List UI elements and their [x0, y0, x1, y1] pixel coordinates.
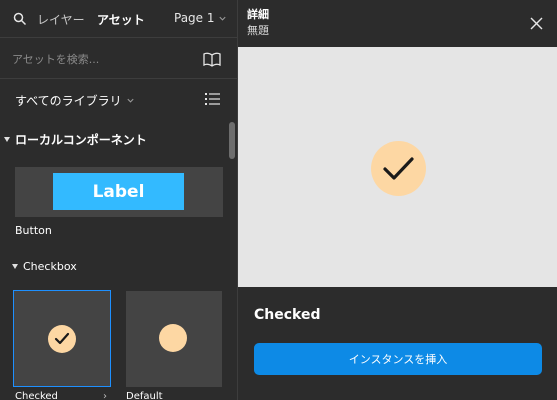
- checkbox-group-heading[interactable]: Checkbox: [12, 260, 77, 273]
- tab-layers[interactable]: レイヤー: [37, 11, 85, 28]
- assets-panel: レイヤー アセット Page 1 すべてのライブラリ ローカルコンポーネント L…: [0, 0, 237, 400]
- chevron-down-icon: [127, 98, 134, 103]
- book-icon[interactable]: [202, 52, 222, 67]
- checkbox-preview-circle: [371, 141, 426, 196]
- button-thumbnail-preview: Label: [53, 173, 184, 210]
- insert-instance-button[interactable]: インスタンスを挿入: [254, 343, 542, 375]
- caret-down-icon: [12, 264, 18, 269]
- details-title: 詳細: [247, 8, 269, 21]
- component-preview: [238, 47, 557, 287]
- panel-tabs-bar: レイヤー アセット Page 1: [0, 0, 237, 38]
- details-panel: 詳細 無題 Checked インスタンスを挿入: [238, 0, 557, 400]
- checkbox-default-name: Default: [126, 391, 163, 400]
- library-filter[interactable]: すべてのライブラリ: [15, 92, 135, 109]
- button-component-thumbnail[interactable]: Label: [15, 167, 223, 217]
- checkbox-default-thumbnail[interactable]: [126, 291, 222, 387]
- page-selector-label: Page 1: [174, 11, 215, 25]
- details-subtitle: 無題: [247, 24, 269, 37]
- button-component-name: Button: [15, 224, 52, 237]
- checkbox-checked-circle: [48, 325, 76, 353]
- list-icon[interactable]: [205, 91, 220, 105]
- component-name: Checked: [254, 307, 321, 323]
- close-icon[interactable]: [530, 15, 543, 30]
- page-selector[interactable]: Page 1: [174, 11, 227, 25]
- checkbox-group-label: Checkbox: [23, 260, 77, 273]
- tab-assets[interactable]: アセット: [97, 11, 145, 28]
- local-components-heading[interactable]: ローカルコンポーネント: [4, 131, 147, 148]
- check-icon: [383, 157, 414, 180]
- checkbox-default-circle: [159, 324, 187, 352]
- search-input[interactable]: [12, 49, 192, 69]
- chevron-down-icon: [218, 16, 226, 21]
- checkbox-checked-name: Checked: [15, 391, 58, 400]
- checkbox-checked-thumbnail[interactable]: [13, 290, 111, 387]
- library-filter-label: すべてのライブラリ: [15, 94, 122, 108]
- search-icon[interactable]: [13, 11, 27, 26]
- caret-down-icon: [4, 137, 10, 142]
- scrollbar[interactable]: [229, 122, 235, 159]
- check-icon: [54, 332, 70, 345]
- arrow-right-icon: ›: [103, 391, 107, 400]
- asset-search-bar: [0, 39, 237, 79]
- local-components-label: ローカルコンポーネント: [15, 133, 147, 147]
